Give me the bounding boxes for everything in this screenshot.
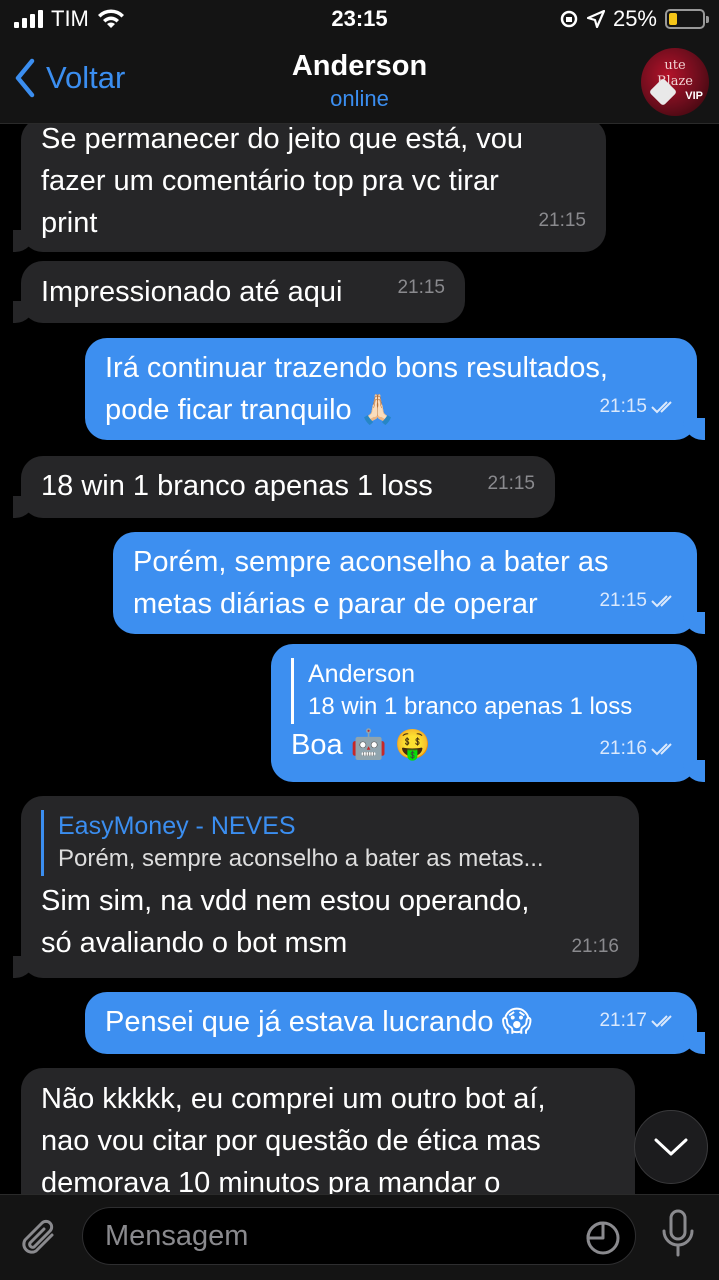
avatar-text-2: Blaze [656,74,693,89]
message-time: 21:15 [487,473,535,494]
avatar-text-3: VIP [685,90,703,102]
message-text: Impressionado até aqui [41,276,343,308]
message-bubble[interactable]: Pensei que já estava lucrando 😱 21:17 [85,992,705,1054]
message-bubble[interactable]: Não kkkkk, eu comprei um outro bot aí, n… [21,1068,635,1194]
contact-status: online [330,86,389,111]
message-text: Sim sim, na vdd nem estou operando, só a… [41,885,530,959]
chat-header: Voltar Anderson online ute Blaze VIP [0,40,719,124]
message-time: 21:16 [571,936,619,957]
message-list[interactable]: Se permanecer do jeito que está, vou faz… [0,124,719,1194]
message-bubble[interactable]: Se permanecer do jeito que está, vou faz… [13,124,606,252]
message-time: 21:15 [538,210,586,231]
message-text: Se permanecer do jeito que está, vou faz… [41,124,524,239]
location-icon [586,10,605,28]
reply-text: 18 win 1 branco apenas 1 loss [308,693,633,720]
avatar-text-1: ute [664,58,686,73]
status-right: 25% [559,6,709,32]
reply-author: Anderson [308,660,416,688]
reply-quote[interactable]: EasyMoney - NEVES Porém, sempre aconselh… [41,810,619,876]
message-bubble[interactable]: Impressionado até aqui 21:15 [13,261,465,323]
message-bubble[interactable]: Irá continuar trazendo bons resultados, … [85,338,705,440]
contact-name[interactable]: Anderson [0,50,719,83]
scroll-down-button[interactable] [634,1110,708,1184]
battery-icon [665,9,709,29]
message-bubble[interactable]: 18 win 1 branco apenas 1 loss 21:15 [13,456,555,518]
paperclip-icon[interactable] [18,1213,62,1263]
input-bar [0,1194,719,1280]
battery-percent: 25% [612,6,657,31]
message-time: 21:17 [599,1000,677,1042]
message-time-label: 21:15 [599,590,647,611]
status-bar: TIM 23:15 25% [0,0,719,40]
message-input[interactable] [105,1218,575,1254]
double-check-icon [651,595,672,608]
message-time: 21:16 [599,728,677,770]
orientation-lock-icon [560,10,578,28]
double-check-icon [651,1015,672,1028]
message-time: 21:15 [599,580,677,622]
sticker-icon[interactable] [585,1220,621,1256]
microphone-icon[interactable] [660,1209,696,1261]
message-bubble[interactable]: EasyMoney - NEVES Porém, sempre aconselh… [13,796,639,978]
battery-fill [669,13,677,25]
message-text: Irá continuar trazendo bons resultados, … [105,352,608,426]
message-time: 21:15 [397,277,445,298]
message-time-label: 21:15 [599,396,647,417]
message-text: Não kkkkk, eu comprei um outro bot aí, n… [41,1083,546,1194]
message-bubble[interactable]: Porém, sempre aconselho a bater as metas… [113,532,705,634]
reply-quote[interactable]: Anderson 18 win 1 branco apenas 1 loss [291,658,677,724]
message-time: 21:15 [599,386,677,428]
avatar[interactable]: ute Blaze VIP [641,48,709,116]
message-text: 18 win 1 branco apenas 1 loss [41,470,433,502]
message-field[interactable] [82,1207,636,1265]
message-time-label: 21:17 [599,1010,647,1031]
chevron-down-icon [654,1138,688,1156]
message-text: Porém, sempre aconselho a bater as metas… [133,546,609,620]
reply-text: Porém, sempre aconselho a bater as metas… [58,845,544,872]
double-check-icon [651,401,672,414]
double-check-icon [651,743,672,756]
reply-author: EasyMoney - NEVES [58,812,296,840]
message-time-label: 21:16 [599,738,647,759]
message-bubble[interactable]: Anderson 18 win 1 branco apenas 1 loss B… [271,644,705,782]
message-text: Pensei que já estava lucrando 😱 [105,1006,532,1038]
